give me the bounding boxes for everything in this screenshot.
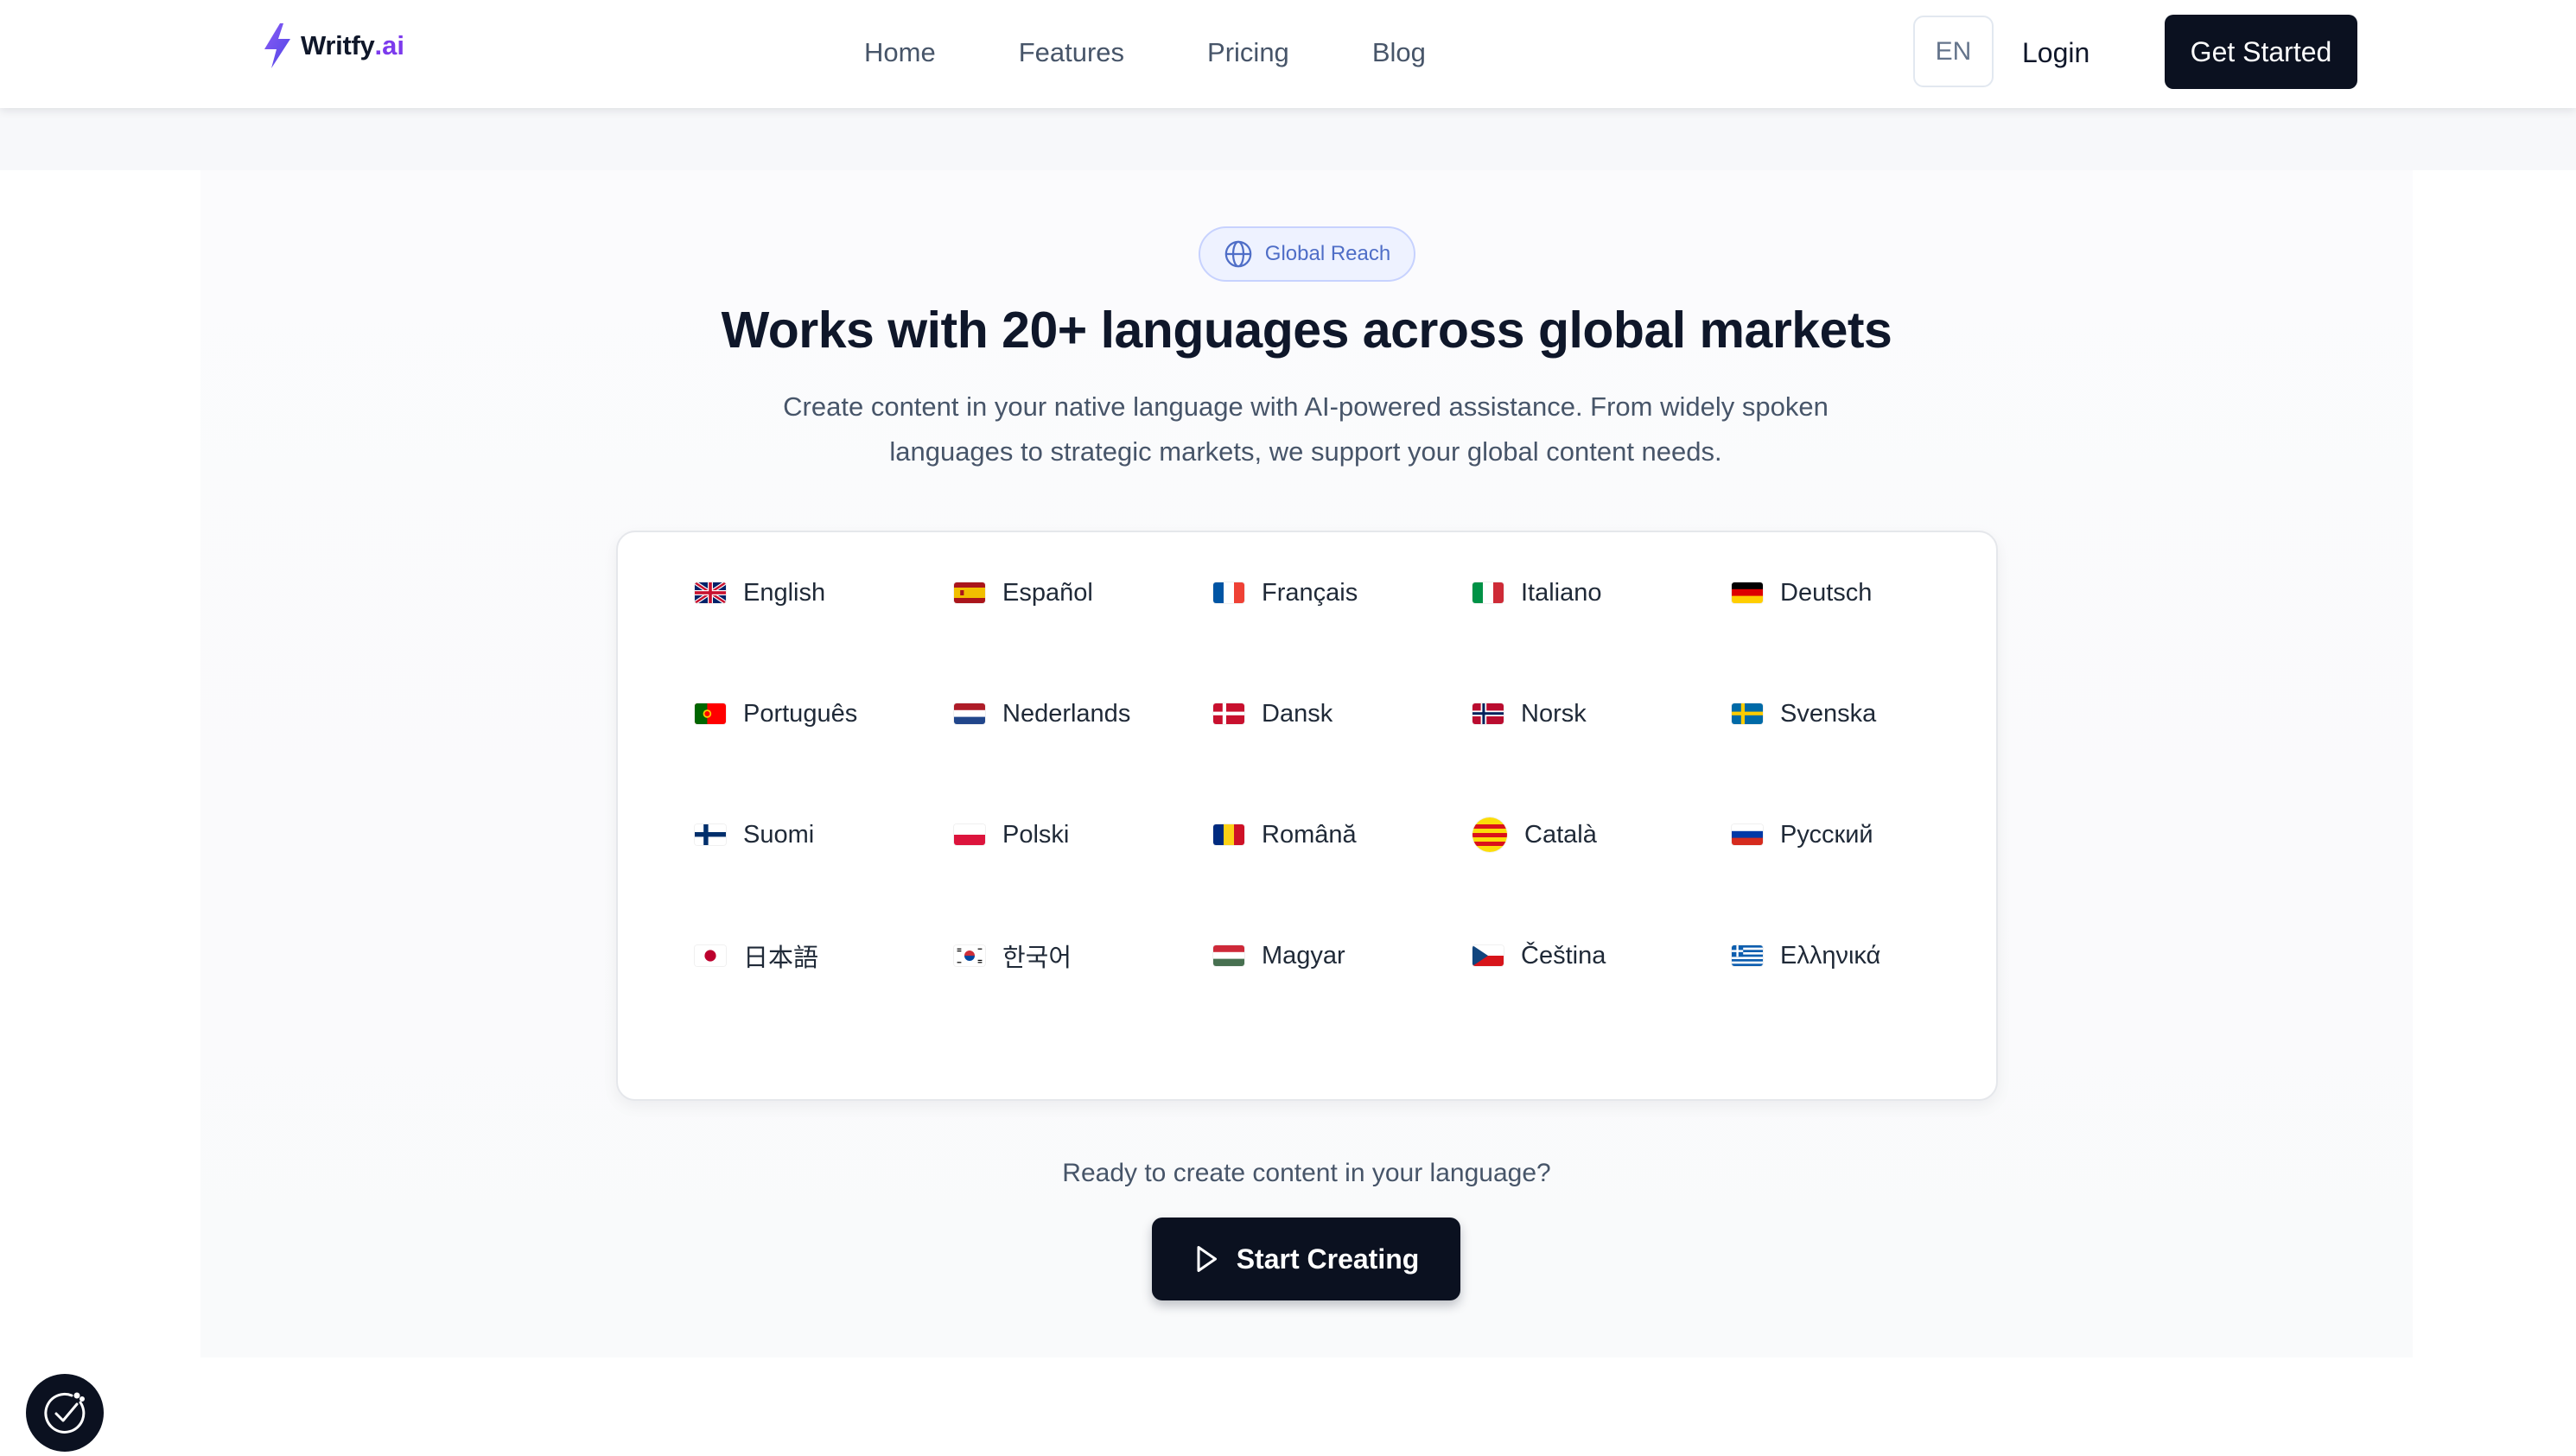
play-icon: [1197, 1246, 1217, 1272]
denmark-flag-icon: [1213, 703, 1244, 724]
language-item-greek: Ελληνικά: [1732, 938, 1991, 973]
language-name: Dansk: [1262, 699, 1333, 728]
language-name: Français: [1262, 578, 1358, 607]
section-top-band: [0, 108, 2576, 170]
czechia-flag-icon: [1472, 945, 1504, 966]
sweden-flag-icon: [1732, 703, 1763, 724]
top-navbar: Writfy .ai Home Features Pricing Blog EN …: [0, 0, 2576, 108]
poland-flag-icon: [954, 824, 985, 845]
main-nav: Home Features Pricing Blog: [864, 26, 1426, 79]
brand-name: Writfy: [301, 30, 375, 60]
check-badge-icon: [44, 1392, 86, 1434]
japan-flag-icon: [695, 945, 726, 966]
language-item-polski: Polski: [954, 817, 1213, 852]
finland-flag-icon: [695, 824, 726, 845]
italy-flag-icon: [1472, 582, 1504, 603]
language-name: Català: [1524, 820, 1597, 849]
floating-widget-button[interactable]: [26, 1374, 104, 1452]
greece-flag-icon: [1732, 945, 1763, 966]
get-started-button[interactable]: Get Started: [2165, 15, 2357, 89]
brand-accent: .ai: [374, 30, 404, 60]
nav-home[interactable]: Home: [864, 37, 936, 68]
language-item-dansk: Dansk: [1213, 696, 1472, 731]
norway-flag-icon: [1472, 703, 1504, 724]
language-item-korean: 한국어: [954, 938, 1213, 973]
subtitle-line-1: Create content in your native language w…: [783, 391, 1829, 422]
catalonia-flag-icon: [1472, 817, 1507, 852]
language-item-english: English: [695, 575, 954, 610]
netherlands-flag-icon: [954, 703, 985, 724]
nav-features[interactable]: Features: [1019, 37, 1124, 68]
globe-icon: [1224, 240, 1252, 268]
language-name: Norsk: [1521, 699, 1587, 728]
spain-flag-icon: [954, 582, 985, 603]
language-name: Română: [1262, 820, 1357, 849]
lightning-bolt-icon: [264, 23, 290, 68]
language-item-deutsch: Deutsch: [1732, 575, 1991, 610]
language-name: 한국어: [1002, 944, 1072, 972]
language-item-japanese: 日本語: [695, 938, 954, 973]
language-name: Español: [1002, 578, 1093, 607]
language-item-russian: Русский: [1732, 817, 1991, 852]
language-name: Ελληνικά: [1780, 941, 1881, 970]
portugal-flag-icon: [695, 703, 726, 724]
language-item-magyar: Magyar: [1213, 938, 1472, 973]
subtitle-line-2: languages to strategic markets, we suppo…: [889, 436, 1722, 467]
section-subtitle: Create content in your native language w…: [735, 385, 1877, 474]
login-link[interactable]: Login: [2022, 26, 2089, 79]
language-item-svenska: Svenska: [1732, 696, 1991, 731]
global-reach-badge: Global Reach: [1199, 226, 1415, 282]
language-item-romana: Română: [1213, 817, 1472, 852]
language-name: Čeština: [1521, 941, 1606, 970]
language-name: Polski: [1002, 820, 1070, 849]
language-item-italiano: Italiano: [1472, 575, 1732, 610]
germany-flag-icon: [1732, 582, 1763, 603]
language-name: Suomi: [743, 820, 815, 849]
badge-label: Global Reach: [1264, 242, 1391, 265]
language-item-espanol: Español: [954, 575, 1213, 610]
language-item-portugues: Português: [695, 696, 954, 731]
language-item-francais: Français: [1213, 575, 1472, 610]
language-name: Português: [743, 699, 858, 728]
uk-flag-icon: [695, 582, 726, 603]
hungary-flag-icon: [1213, 945, 1244, 966]
language-item-cestina: Čeština: [1472, 938, 1732, 973]
section-title: Works with 20+ languages across global m…: [721, 302, 1892, 359]
nav-pricing[interactable]: Pricing: [1207, 37, 1289, 68]
language-name: Deutsch: [1780, 578, 1873, 607]
france-flag-icon: [1213, 582, 1244, 603]
language-item-nederlands: Nederlands: [954, 696, 1213, 731]
language-switcher-button[interactable]: EN: [1913, 16, 1994, 87]
start-creating-label: Start Creating: [1236, 1243, 1420, 1275]
cta-prompt: Ready to create content in your language…: [1062, 1159, 1551, 1187]
brand-logo[interactable]: Writfy .ai: [259, 19, 404, 73]
language-name: Nederlands: [1002, 699, 1131, 728]
language-name: Italiano: [1521, 578, 1602, 607]
language-name: English: [743, 578, 826, 607]
start-creating-button[interactable]: Start Creating: [1152, 1218, 1460, 1300]
russia-flag-icon: [1732, 824, 1763, 845]
language-grid: English Español Français Italiano Deutsc…: [695, 575, 1991, 1059]
language-item-norsk: Norsk: [1472, 696, 1732, 731]
language-name: Русский: [1780, 820, 1873, 849]
language-item-suomi: Suomi: [695, 817, 954, 852]
language-name: Svenska: [1780, 699, 1877, 728]
nav-blog[interactable]: Blog: [1372, 37, 1426, 68]
korea-flag-icon: [954, 945, 985, 966]
romania-flag-icon: [1213, 824, 1244, 845]
language-name: Magyar: [1262, 941, 1345, 970]
language-item-catala: Català: [1472, 817, 1732, 852]
language-name: 日本語: [743, 944, 819, 972]
language-grid-card: English Español Français Italiano Deutsc…: [616, 531, 1998, 1101]
